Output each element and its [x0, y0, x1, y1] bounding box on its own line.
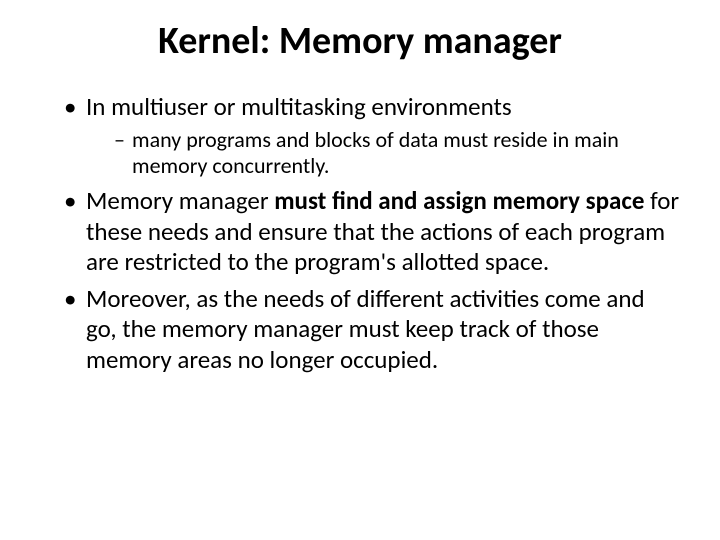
slide-title: Kernel: Memory manager — [40, 18, 680, 64]
sub-bullet-text: many programs and blocks of data must re… — [132, 126, 619, 180]
sub-bullet-item: many programs and blocks of data must re… — [114, 127, 680, 181]
bullet-text: In multiuser or multitasking environment… — [86, 91, 512, 122]
bullet-text: Moreover, as the needs of different acti… — [86, 283, 645, 375]
bullet-item: Moreover, as the needs of different acti… — [64, 284, 680, 376]
bullet-item: In multiuser or multitasking environment… — [64, 92, 680, 180]
bullet-text-bold: must find and assign memory space — [274, 185, 644, 216]
bullet-list: In multiuser or multitasking environment… — [40, 92, 680, 375]
bullet-text-pre: Memory manager — [86, 185, 274, 216]
bullet-item: Memory manager must find and assign memo… — [64, 186, 680, 278]
slide: Kernel: Memory manager In multiuser or m… — [0, 0, 720, 540]
sub-bullet-list: many programs and blocks of data must re… — [86, 127, 680, 181]
